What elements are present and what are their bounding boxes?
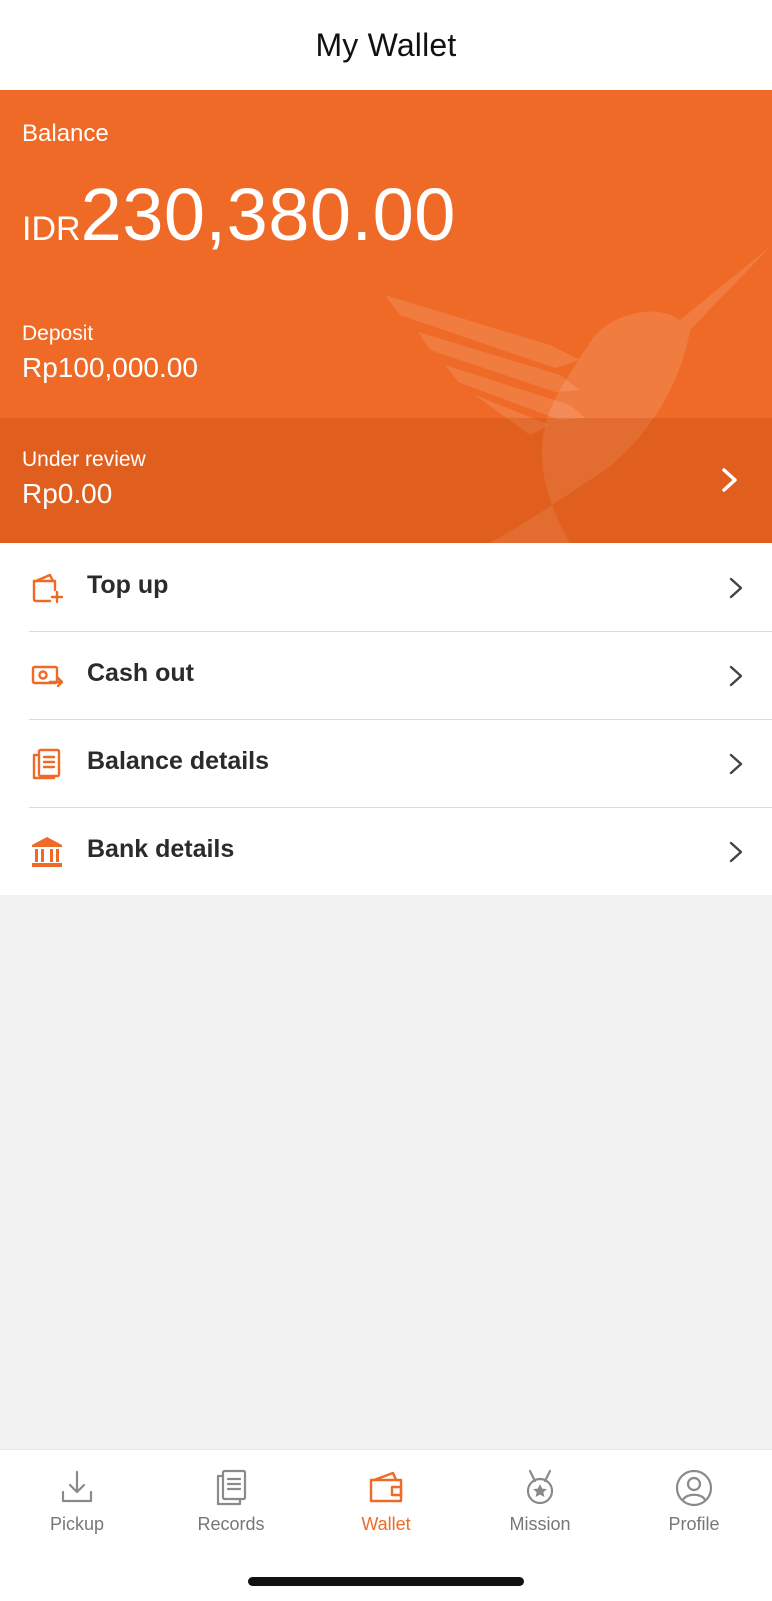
medal-icon bbox=[526, 1469, 554, 1505]
tab-pickup[interactable]: Pickup bbox=[17, 1468, 137, 1535]
balance-amount: IDR230,380.00 bbox=[22, 172, 456, 257]
cash-out-icon bbox=[31, 665, 64, 688]
menu-item-cash-out[interactable]: Cash out bbox=[0, 631, 772, 719]
balance-label: Balance bbox=[22, 120, 109, 147]
menu-item-label: Bank details bbox=[87, 835, 235, 863]
deposit-label: Deposit bbox=[22, 322, 94, 345]
page-title: My Wallet bbox=[315, 26, 457, 63]
wallet-add-icon bbox=[32, 573, 64, 604]
chevron-right-icon bbox=[729, 665, 743, 687]
balance-card: Balance IDR230,380.00 Deposit Rp100,000.… bbox=[0, 90, 772, 543]
wallet-screen: My Wallet Balance IDR230,380.00 Deposit … bbox=[0, 0, 772, 1601]
balance-currency: IDR bbox=[22, 210, 81, 248]
balance-value: 230,380.00 bbox=[80, 173, 456, 256]
user-icon bbox=[675, 1469, 713, 1507]
chevron-right-icon bbox=[729, 577, 743, 599]
tab-label: Records bbox=[197, 1514, 265, 1534]
wallet-icon bbox=[369, 1471, 403, 1503]
document-list-icon bbox=[32, 748, 61, 780]
top-header: My Wallet bbox=[0, 0, 772, 90]
home-indicator bbox=[248, 1577, 524, 1586]
under-review-label: Under review bbox=[22, 448, 146, 471]
menu-item-label: Balance details bbox=[87, 747, 270, 775]
tab-label: Profile bbox=[668, 1514, 720, 1534]
tab-profile[interactable]: Profile bbox=[634, 1468, 754, 1535]
menu-item-label: Cash out bbox=[87, 659, 194, 687]
menu-item-balance-details[interactable]: Balance details bbox=[0, 719, 772, 807]
tab-mission[interactable]: Mission bbox=[480, 1468, 600, 1535]
records-icon bbox=[216, 1469, 247, 1506]
tab-wallet[interactable]: Wallet bbox=[326, 1468, 446, 1535]
bank-icon bbox=[32, 837, 62, 867]
chevron-right-icon bbox=[722, 468, 737, 492]
download-tray-icon bbox=[61, 1470, 93, 1503]
chevron-right-icon bbox=[729, 753, 743, 775]
wallet-menu: Top up Cash out Balance details Bank det… bbox=[0, 543, 772, 895]
tab-label: Pickup bbox=[49, 1514, 105, 1534]
tab-label: Mission bbox=[509, 1514, 571, 1534]
tab-label: Wallet bbox=[361, 1514, 411, 1534]
menu-item-label: Top up bbox=[87, 571, 169, 599]
deposit-value: Rp100,000.00 bbox=[22, 352, 198, 383]
tab-records[interactable]: Records bbox=[171, 1468, 291, 1535]
under-review-value: Rp0.00 bbox=[22, 478, 113, 509]
under-review-row[interactable]: Under review Rp0.00 bbox=[0, 418, 772, 543]
chevron-right-icon bbox=[729, 841, 743, 863]
menu-item-top-up[interactable]: Top up bbox=[0, 543, 772, 631]
menu-item-bank-details[interactable]: Bank details bbox=[0, 807, 772, 895]
